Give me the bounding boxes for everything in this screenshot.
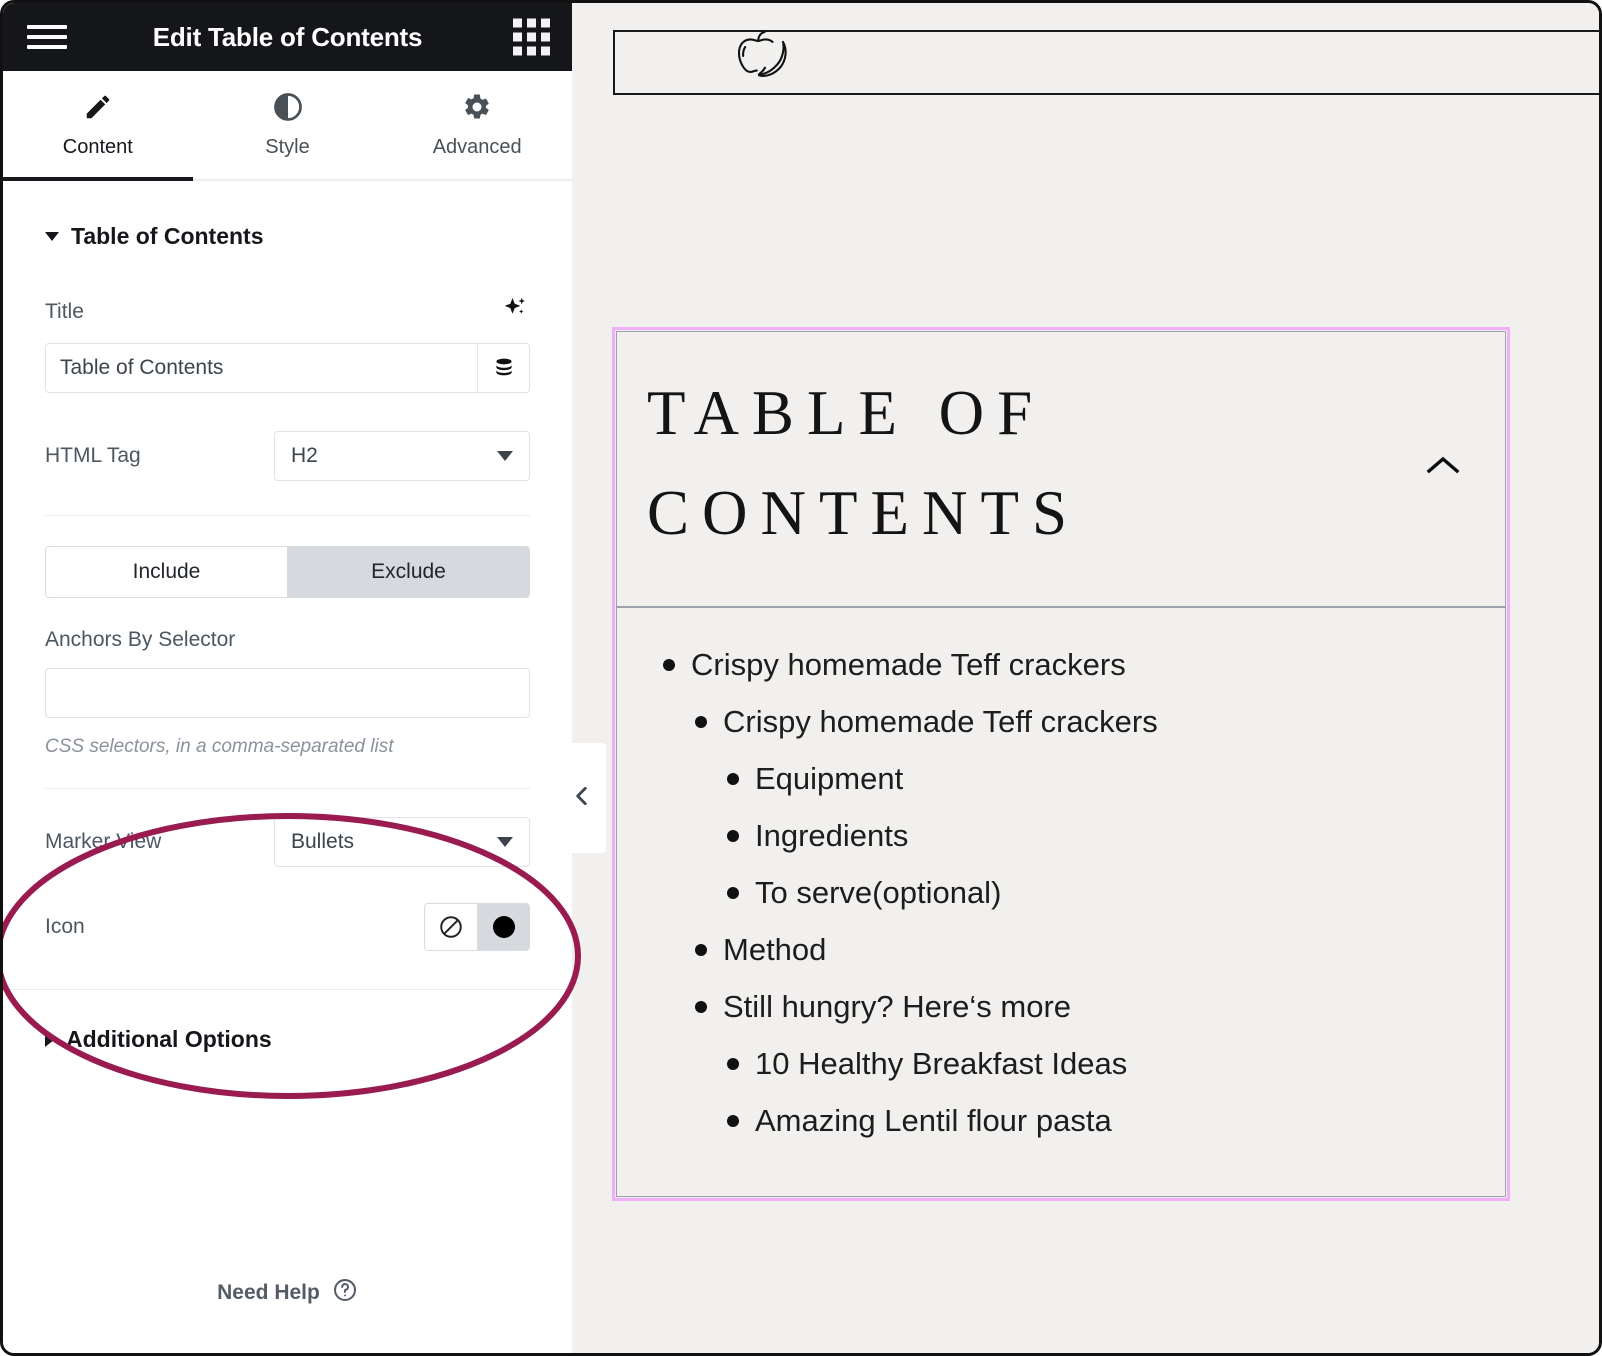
tab-advanced-label: Advanced bbox=[432, 135, 522, 158]
panel-collapse-handle[interactable] bbox=[572, 743, 606, 853]
chevron-down-icon bbox=[497, 837, 513, 847]
bullet-icon bbox=[695, 943, 707, 956]
toc-list-item[interactable]: Crispy homemade Teff crackers bbox=[617, 693, 1505, 750]
title-label-row: Title bbox=[45, 294, 530, 329]
table-of-contents-widget[interactable]: TABLE OF CONTENTS Crispy homemade Teff c… bbox=[612, 327, 1510, 1201]
marker-view-select[interactable]: Bullets bbox=[274, 817, 530, 867]
none-icon[interactable] bbox=[425, 904, 477, 950]
bullet-icon bbox=[727, 886, 739, 899]
ai-sparkle-icon[interactable] bbox=[500, 294, 530, 329]
bullet-icon bbox=[727, 1114, 739, 1127]
page-preview: TABLE OF CONTENTS Crispy homemade Teff c… bbox=[572, 3, 1599, 1353]
toc-list-item[interactable]: Amazing Lentil flour pasta bbox=[617, 1092, 1505, 1149]
icon-label: Icon bbox=[45, 915, 85, 938]
anchors-by-selector-input[interactable] bbox=[45, 668, 530, 718]
dynamic-tags-database-icon[interactable] bbox=[477, 344, 529, 392]
marker-view-label: Marker View bbox=[45, 830, 162, 853]
toc-item-label: Amazing Lentil flour pasta bbox=[755, 1103, 1112, 1138]
additional-options-label: Additional Options bbox=[66, 1026, 272, 1052]
controls-wrapper: Title Table of Contents HTML Tag H2 bbox=[3, 294, 572, 481]
editor-panel: Edit Table of Contents Content Style Adv… bbox=[3, 3, 572, 1353]
html-tag-value: H2 bbox=[291, 444, 318, 467]
chevron-down-icon bbox=[45, 232, 59, 241]
tab-content[interactable]: Content bbox=[3, 71, 193, 181]
marker-wrapper: Marker View Bullets Icon bbox=[3, 817, 572, 951]
need-help-button[interactable]: Need Help bbox=[3, 1277, 572, 1309]
anchors-help-text: CSS selectors, in a comma-separated list bbox=[45, 736, 394, 757]
segment-exclude[interactable]: Exclude bbox=[287, 547, 529, 597]
toc-item-label: 10 Healthy Breakfast Ideas bbox=[755, 1046, 1128, 1081]
panel-tabs: Content Style Advanced bbox=[3, 71, 572, 181]
chevron-up-icon[interactable] bbox=[1423, 452, 1463, 485]
section-additional-options[interactable]: Additional Options bbox=[3, 990, 572, 1053]
tab-style-label: Style bbox=[265, 135, 310, 158]
editor-window: Edit Table of Contents Content Style Adv… bbox=[0, 0, 1602, 1356]
widgets-grid-icon[interactable] bbox=[513, 18, 550, 56]
title-input[interactable] bbox=[46, 344, 477, 392]
panel-title: Edit Table of Contents bbox=[152, 21, 423, 52]
divider bbox=[45, 515, 530, 516]
filled-circle-icon[interactable] bbox=[477, 904, 529, 950]
pencil-icon bbox=[83, 92, 113, 122]
anchors-label-row: Anchors By Selector bbox=[45, 628, 530, 652]
chevron-right-icon bbox=[45, 1032, 54, 1047]
toc-item-label: Equipment bbox=[755, 761, 904, 796]
toc-inner: TABLE OF CONTENTS Crispy homemade Teff c… bbox=[616, 331, 1506, 1197]
section-heading-label: Table of Contents bbox=[71, 223, 264, 249]
title-label: Title bbox=[45, 299, 84, 323]
toc-list-item[interactable]: To serve(optional) bbox=[617, 864, 1505, 921]
need-help-label: Need Help bbox=[217, 1281, 320, 1304]
anchors-wrapper: Anchors By Selector CSS selectors, in a … bbox=[3, 628, 572, 758]
toc-list-item[interactable]: Ingredients bbox=[617, 807, 1505, 864]
include-exclude-toggle: Include Exclude bbox=[45, 546, 530, 598]
bullet-icon bbox=[695, 1000, 707, 1013]
section-table-of-contents[interactable]: Table of Contents bbox=[3, 181, 572, 250]
hamburger-menu-icon[interactable] bbox=[27, 22, 67, 52]
bullet-icon bbox=[695, 715, 707, 728]
html-tag-label: HTML Tag bbox=[45, 444, 141, 467]
bullet-icon bbox=[727, 772, 739, 785]
segment-include[interactable]: Include bbox=[46, 547, 287, 597]
site-header-bar bbox=[613, 30, 1599, 95]
marker-view-row: Marker View Bullets bbox=[45, 817, 530, 867]
tab-advanced[interactable]: Advanced bbox=[382, 71, 572, 179]
toc-list-item[interactable]: Still hungry? Here‘s more bbox=[617, 978, 1505, 1035]
title-input-group bbox=[45, 343, 530, 393]
toc-item-label: Method bbox=[723, 932, 827, 967]
bullet-icon bbox=[727, 829, 739, 842]
icon-row: Icon bbox=[45, 903, 530, 951]
bullet-icon bbox=[727, 1057, 739, 1070]
toc-header: TABLE OF CONTENTS bbox=[617, 332, 1505, 608]
toc-item-label: To serve(optional) bbox=[755, 875, 1002, 910]
toc-list-item[interactable]: 10 Healthy Breakfast Ideas bbox=[617, 1035, 1505, 1092]
toc-title: TABLE OF CONTENTS bbox=[647, 378, 1080, 548]
toc-item-label: Still hungry? Here‘s more bbox=[723, 989, 1072, 1024]
panel-header: Edit Table of Contents bbox=[3, 3, 572, 71]
html-tag-select[interactable]: H2 bbox=[274, 431, 530, 481]
marker-view-value: Bullets bbox=[291, 830, 355, 853]
toc-list: Crispy homemade Teff crackers Crispy hom… bbox=[617, 608, 1505, 1149]
toc-list-item[interactable]: Method bbox=[617, 921, 1505, 978]
chevron-down-icon bbox=[497, 451, 513, 461]
contrast-icon bbox=[273, 92, 303, 122]
toc-list-item[interactable]: Crispy homemade Teff crackers bbox=[617, 636, 1505, 693]
icon-choice-toggle bbox=[424, 903, 530, 951]
toc-list-item[interactable]: Equipment bbox=[617, 750, 1505, 807]
dot-glyph bbox=[492, 916, 515, 938]
gear-icon bbox=[462, 92, 492, 122]
chevron-left-icon bbox=[572, 783, 595, 814]
divider bbox=[45, 788, 530, 789]
tab-style[interactable]: Style bbox=[193, 71, 383, 179]
html-tag-row: HTML Tag H2 bbox=[45, 431, 530, 481]
tab-content-label: Content bbox=[62, 135, 133, 158]
question-circle-icon bbox=[332, 1277, 358, 1309]
toc-item-label: Crispy homemade Teff crackers bbox=[691, 647, 1126, 682]
toc-item-label: Crispy homemade Teff crackers bbox=[723, 704, 1158, 739]
anchors-by-selector-label: Anchors By Selector bbox=[45, 628, 236, 651]
apple-and-banana-logo bbox=[713, 25, 805, 100]
toc-item-label: Ingredients bbox=[755, 818, 909, 853]
bullet-icon bbox=[663, 658, 675, 671]
